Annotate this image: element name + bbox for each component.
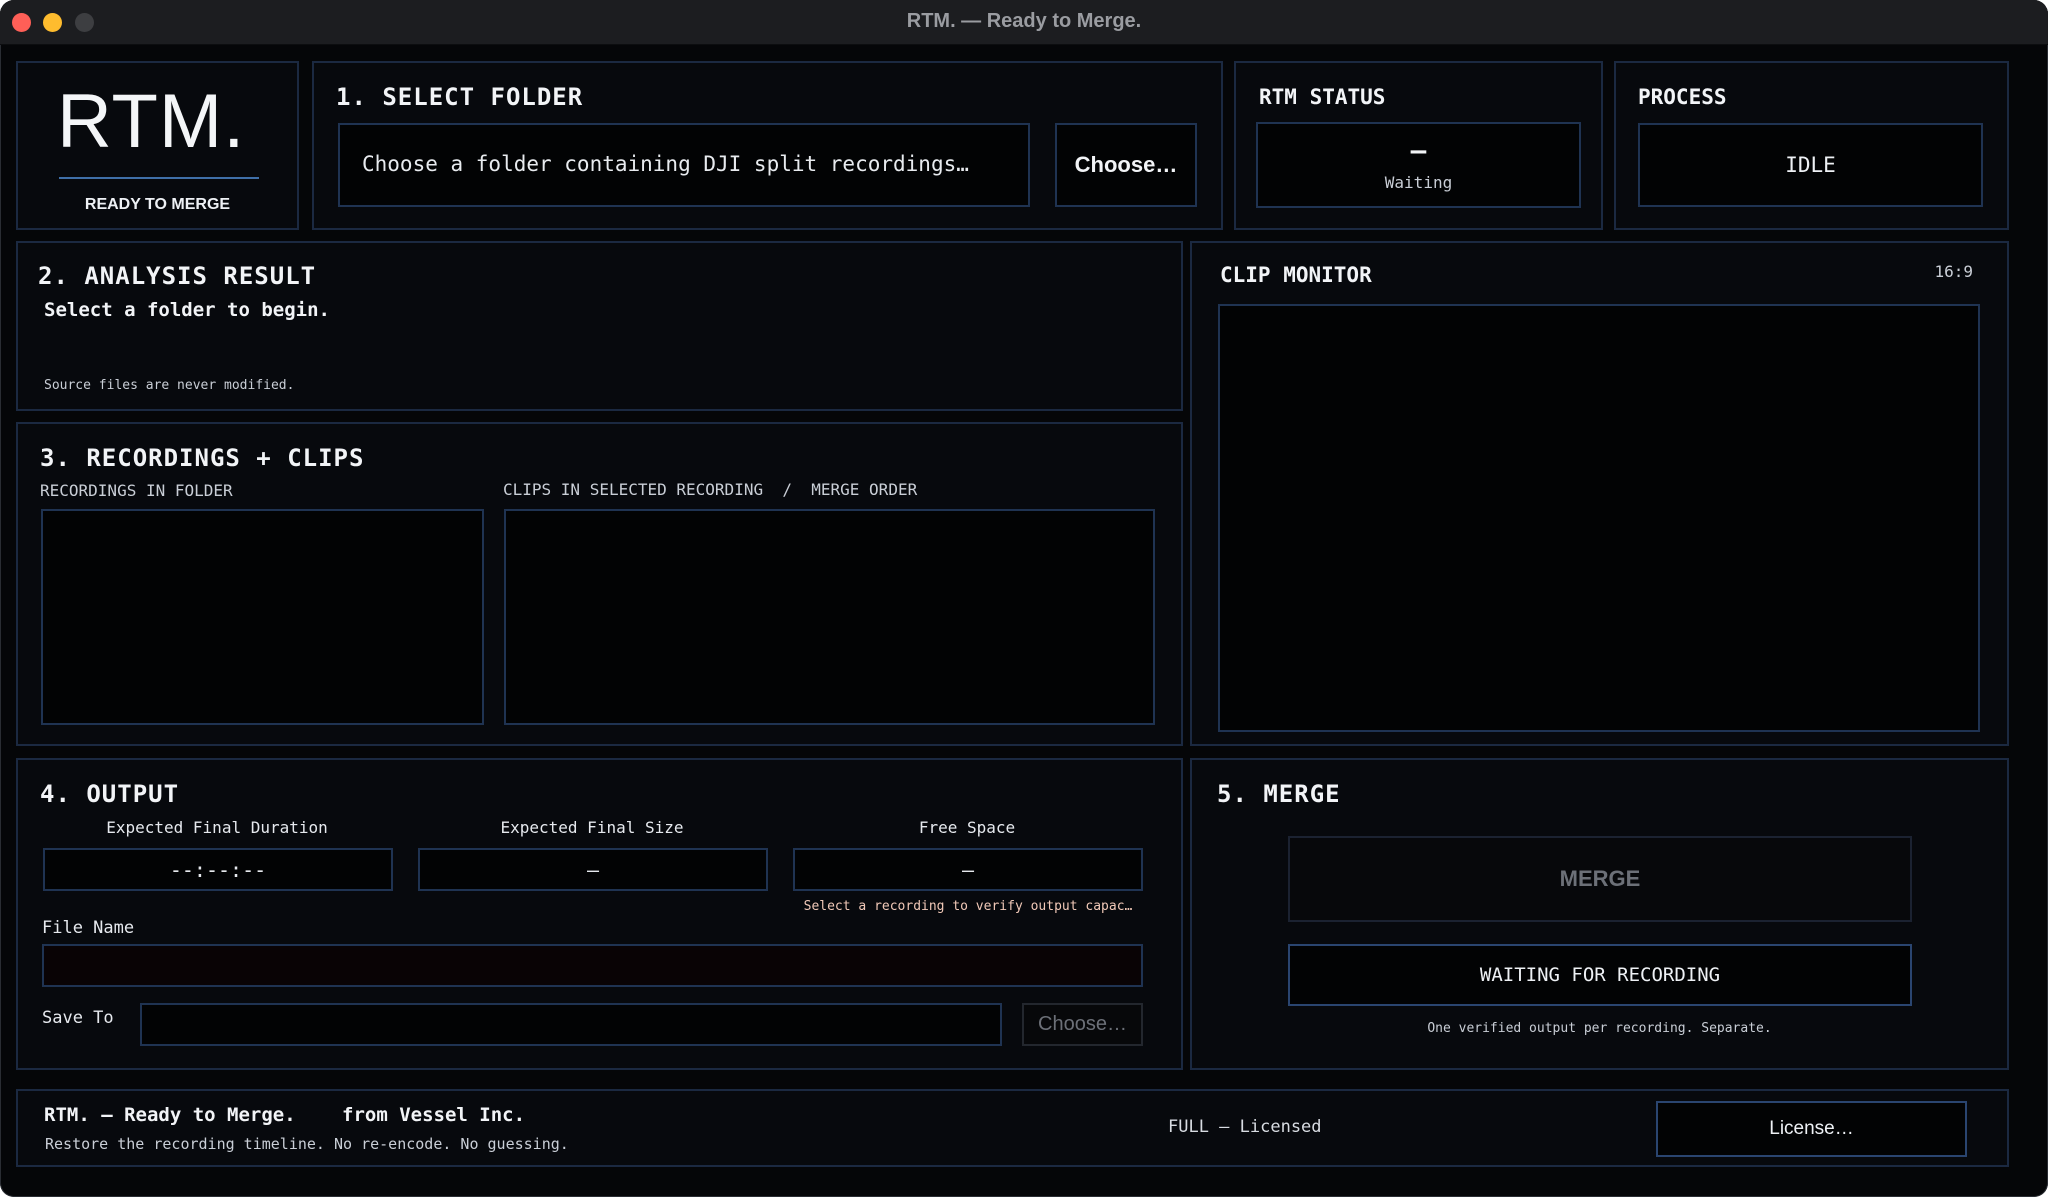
clips-list-label: CLIPS IN SELECTED RECORDING / MERGE ORDE…	[503, 480, 918, 499]
title-bar: RTM. — Ready to Merge.	[0, 0, 2048, 45]
logo-underline	[59, 177, 259, 179]
license-button-label: License…	[1769, 1118, 1854, 1139]
recordings-panel: 3. RECORDINGS + CLIPS RECORDINGS IN FOLD…	[16, 422, 1183, 746]
app-logo-wordmark: RTM.	[57, 79, 246, 164]
free-space-label: Free Space	[918, 818, 1016, 837]
footer-product-name: RTM. — Ready to Merge.	[44, 1104, 296, 1126]
analysis-message: Select a folder to begin.	[44, 299, 330, 321]
process-status-value: IDLE	[1785, 153, 1836, 177]
select-folder-heading: 1. SELECT FOLDER	[336, 83, 584, 111]
clips-list[interactable]	[504, 509, 1155, 725]
logo-panel: RTM. READY TO MERGE	[16, 61, 299, 230]
recordings-list[interactable]	[41, 509, 484, 725]
save-to-choose-label: Choose…	[1038, 1013, 1127, 1035]
duration-label: Expected Final Duration	[106, 818, 328, 837]
aspect-ratio-label: 16:9	[1934, 262, 1973, 281]
clip-monitor-viewport	[1218, 304, 1980, 732]
process-status-display: IDLE	[1638, 123, 1983, 207]
rtm-status-caption: Waiting	[1384, 173, 1453, 192]
folder-path-placeholder: Choose a folder containing DJI split rec…	[362, 152, 969, 176]
window-title: RTM. — Ready to Merge.	[906, 10, 1142, 32]
app-logo-tagline: READY TO MERGE	[84, 196, 231, 213]
analysis-note: Source files are never modified.	[44, 378, 295, 393]
duration-value: --:--:--	[169, 857, 267, 882]
size-field: –	[418, 848, 768, 891]
select-folder-panel: 1. SELECT FOLDER Choose a folder contain…	[312, 61, 1223, 230]
analysis-panel: 2. ANALYSIS RESULT Select a folder to be…	[16, 241, 1183, 411]
clip-monitor-panel: CLIP MONITOR 16:9	[1190, 241, 2009, 746]
free-space-value: –	[961, 857, 975, 882]
save-to-label: Save To	[42, 1008, 114, 1028]
save-to-input[interactable]	[140, 1003, 1002, 1046]
rtm-status-value: –	[1410, 136, 1427, 166]
footer-company: from Vessel Inc.	[342, 1104, 526, 1126]
folder-path-field[interactable]: Choose a folder containing DJI split rec…	[338, 123, 1030, 207]
rtm-status-heading: RTM STATUS	[1259, 85, 1386, 109]
capacity-warning: Select a recording to verify output capa…	[803, 899, 1133, 914]
app-window: RTM. — Ready to Merge. RTM. READY TO MER…	[0, 0, 2048, 1197]
size-value: –	[586, 857, 600, 882]
recordings-heading: 3. RECORDINGS + CLIPS	[40, 444, 365, 472]
clip-monitor-heading: CLIP MONITOR	[1220, 263, 1372, 287]
license-status: FULL — Licensed	[1168, 1117, 1322, 1137]
merge-heading: 5. MERGE	[1217, 780, 1341, 808]
filename-input[interactable]	[42, 944, 1143, 987]
rtm-status-display: – Waiting	[1256, 122, 1581, 208]
output-heading: 4. OUTPUT	[40, 780, 180, 808]
footer-tagline: Restore the recording timeline. No re-en…	[45, 1135, 569, 1153]
process-heading: PROCESS	[1638, 85, 1727, 109]
merge-note: One verified output per recording. Separ…	[1427, 1021, 1772, 1036]
save-to-choose-button[interactable]: Choose…	[1022, 1003, 1143, 1046]
rtm-status-panel: RTM STATUS – Waiting	[1234, 61, 1603, 230]
analysis-heading: 2. ANALYSIS RESULT	[38, 262, 317, 290]
merge-panel: 5. MERGE MERGE WAITING FOR RECORDING One…	[1190, 758, 2009, 1070]
merge-button-label: MERGE	[1559, 866, 1641, 891]
choose-folder-label: Choose…	[1074, 152, 1178, 177]
recordings-list-label: RECORDINGS IN FOLDER	[40, 481, 233, 500]
choose-folder-button[interactable]: Choose…	[1055, 123, 1197, 207]
merge-status-display: WAITING FOR RECORDING	[1288, 944, 1912, 1006]
filename-label: File Name	[42, 918, 135, 938]
merge-status-label: WAITING FOR RECORDING	[1479, 964, 1721, 986]
merge-button[interactable]: MERGE	[1288, 836, 1912, 922]
license-button[interactable]: License…	[1656, 1101, 1967, 1157]
process-panel: PROCESS IDLE	[1614, 61, 2009, 230]
footer-bar: RTM. — Ready to Merge. from Vessel Inc. …	[16, 1089, 2009, 1167]
output-panel: 4. OUTPUT Expected Final Duration --:--:…	[16, 758, 1183, 1070]
duration-field: --:--:--	[43, 848, 393, 891]
free-space-field: –	[793, 848, 1143, 891]
size-label: Expected Final Size	[500, 818, 684, 837]
